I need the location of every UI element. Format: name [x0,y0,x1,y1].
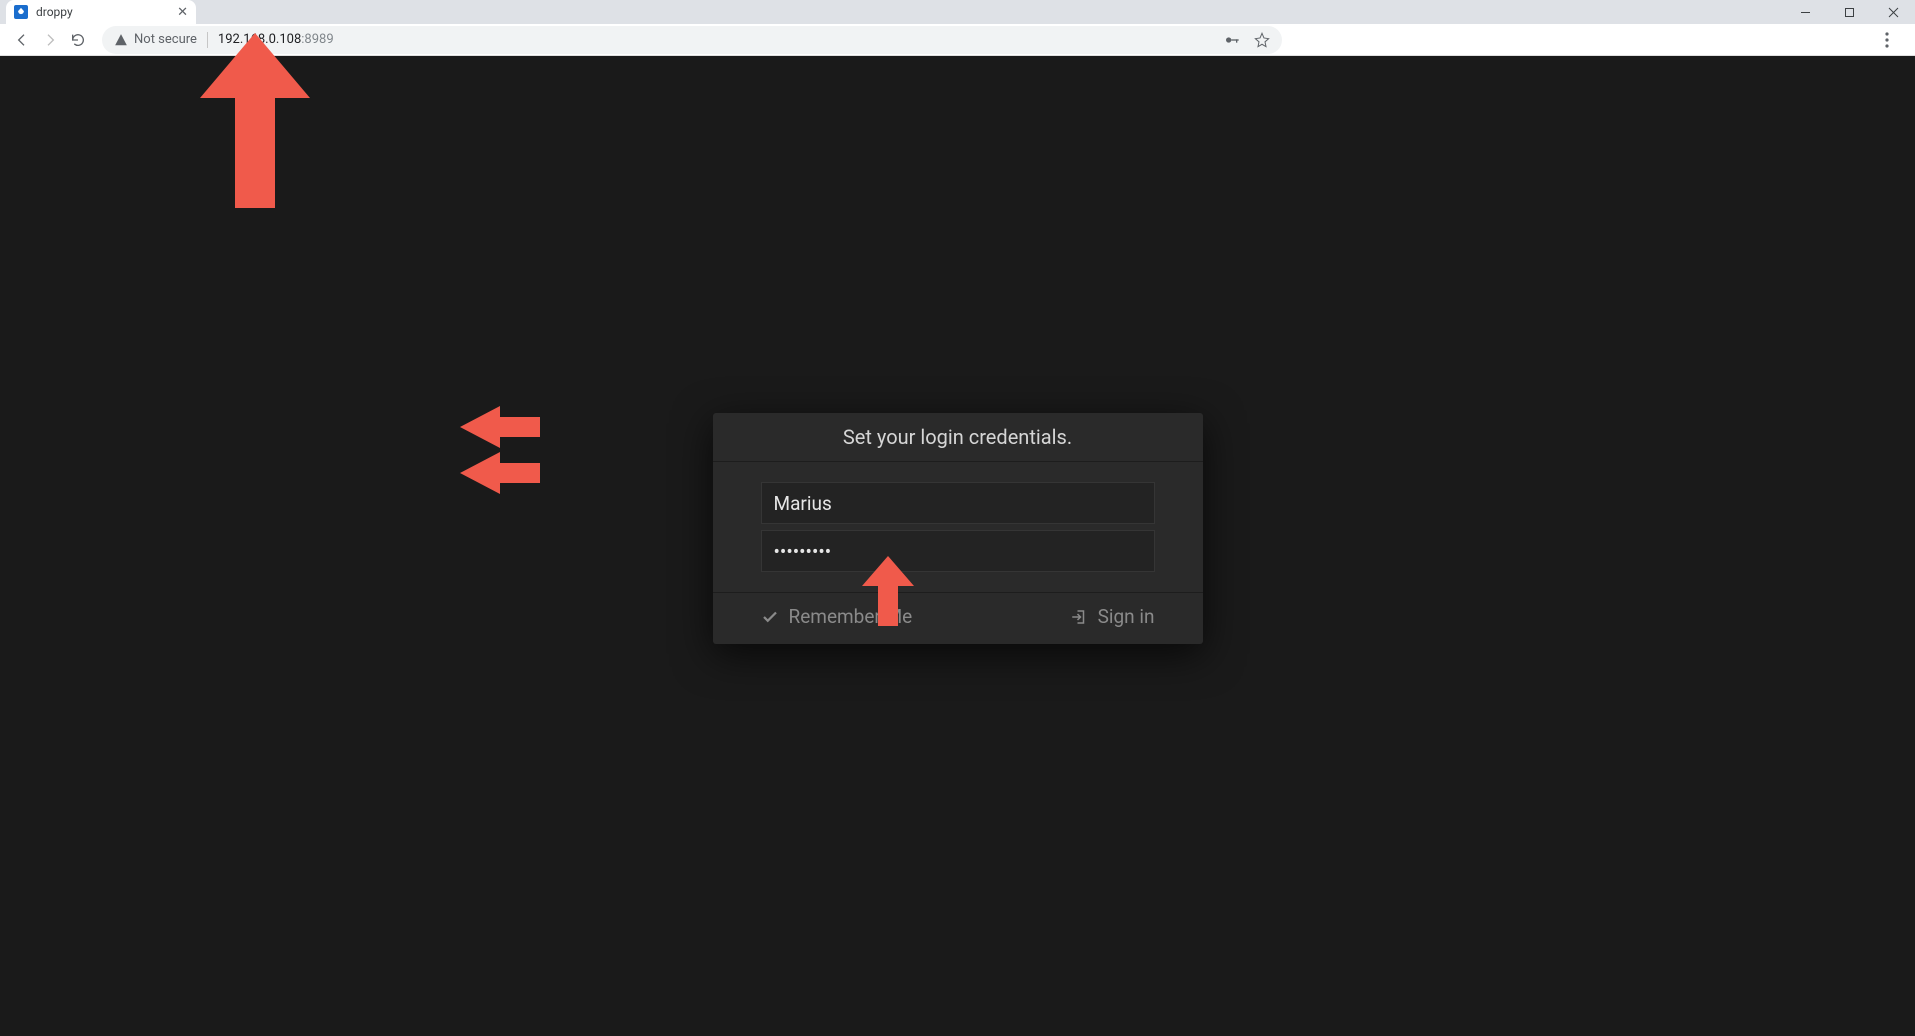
browser-tab[interactable]: droppy ✕ [6,0,196,24]
nav-back-button[interactable] [8,26,36,54]
annotation-arrow-up [200,33,310,208]
login-panel: Set your login credentials. Remember Me … [713,413,1203,644]
nav-reload-button[interactable] [64,26,92,54]
signin-icon [1070,608,1088,626]
password-input[interactable] [761,530,1155,572]
browser-titlebar: droppy ✕ [0,0,1915,24]
username-input[interactable] [761,482,1155,524]
warning-icon [114,33,128,47]
droppy-favicon [14,5,28,19]
not-secure-label: Not secure [134,32,197,47]
login-fields [713,462,1203,593]
check-icon [761,608,779,626]
annotation-arrow-signin [862,556,914,626]
window-close-button[interactable] [1871,0,1915,24]
tab-title: droppy [36,5,73,19]
key-icon[interactable] [1224,32,1240,48]
annotation-arrow-password [460,452,540,494]
not-secure-indicator[interactable]: Not secure [114,32,197,47]
signin-button[interactable]: Sign in [1070,605,1155,628]
login-actions: Remember Me Sign in [713,593,1203,644]
signin-label: Sign in [1098,605,1155,628]
close-tab-icon[interactable]: ✕ [177,5,188,20]
window-maximize-button[interactable] [1827,0,1871,24]
browser-menu-button[interactable] [1873,32,1901,48]
window-controls [1783,0,1915,24]
annotation-arrow-username [460,406,540,448]
login-heading: Set your login credentials. [713,413,1203,462]
page-content: Set your login credentials. Remember Me … [0,56,1915,1036]
window-minimize-button[interactable] [1783,0,1827,24]
nav-forward-button[interactable] [36,26,64,54]
star-icon[interactable] [1254,32,1270,48]
